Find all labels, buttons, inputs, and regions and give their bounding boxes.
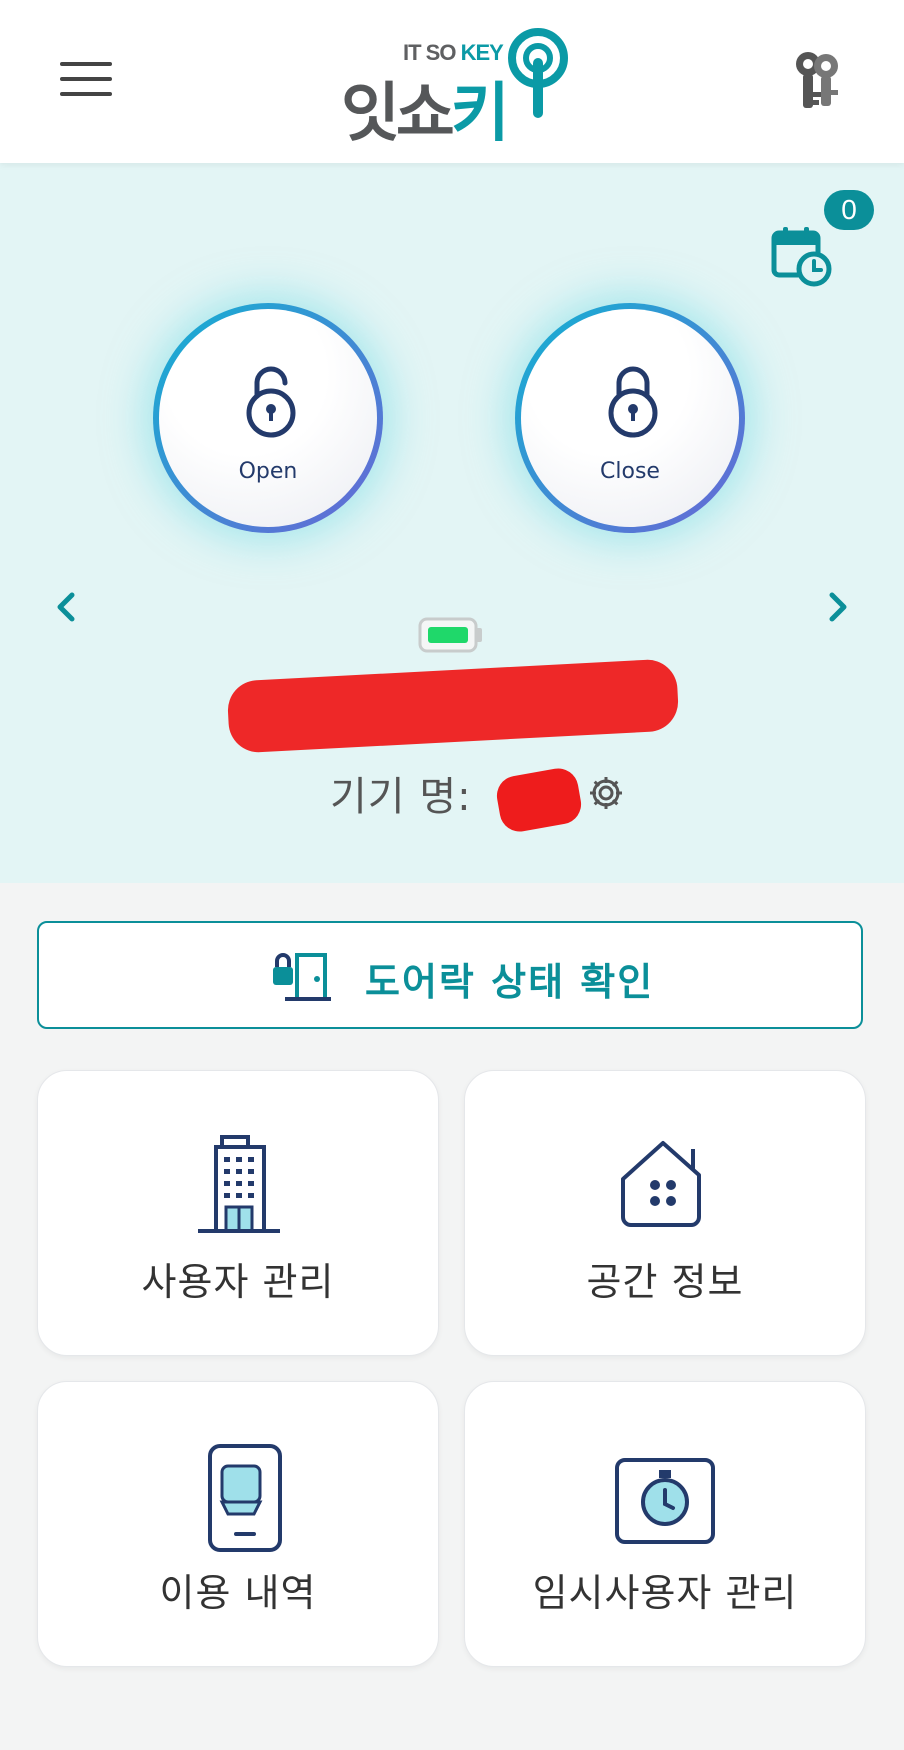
building-icon [198,1135,280,1233]
doorlock-status-button[interactable]: 도어락 상태 확인 [37,921,863,1029]
schedule-count-badge: 0 [824,190,874,230]
app-logo: IT SO KEY 잇쇼키 [335,22,575,151]
user-management-card[interactable]: 사용자 관리 [37,1070,439,1356]
hamburger-menu-icon[interactable] [60,62,112,100]
temp-user-management-label: 임시사용자 관리 [532,1571,798,1615]
logo-main-text: 잇쇼키 [341,77,510,151]
usage-history-label: 이용 내역 [159,1571,317,1615]
keys-icon[interactable] [790,48,844,114]
home-icon [621,1141,701,1227]
user-management-label: 사용자 관리 [141,1260,335,1304]
usage-history-card[interactable]: 이용 내역 [37,1381,439,1667]
space-info-card[interactable]: 공간 정보 [464,1070,866,1356]
app-header: IT SO KEY 잇쇼키 [0,0,904,163]
phone-history-icon [208,1444,282,1552]
device-name-row: 기기 명: [0,760,904,835]
signal-icon [508,28,568,118]
chevron-left-icon[interactable] [52,587,82,627]
close-lock-button[interactable]: Close [515,303,745,533]
close-label: Close [600,459,660,484]
open-label: Open [238,459,298,484]
gear-icon[interactable] [587,774,625,812]
temp-user-management-card[interactable]: 임시사용자 관리 [464,1381,866,1667]
chevron-right-icon[interactable] [822,587,852,627]
space-info-label: 공간 정보 [586,1260,744,1304]
schedule-calendar-icon[interactable] [770,225,832,287]
unlock-icon [246,366,296,438]
lock-icon [608,366,658,438]
open-lock-button[interactable]: Open [153,303,383,533]
door-lock-icon [273,953,331,1001]
battery-icon [418,617,482,653]
timer-icon [615,1458,715,1544]
battery-level [428,627,468,643]
doorlock-status-label: 도어락 상태 확인 [365,960,655,1004]
device-name-label: 기기 명: [330,774,472,820]
